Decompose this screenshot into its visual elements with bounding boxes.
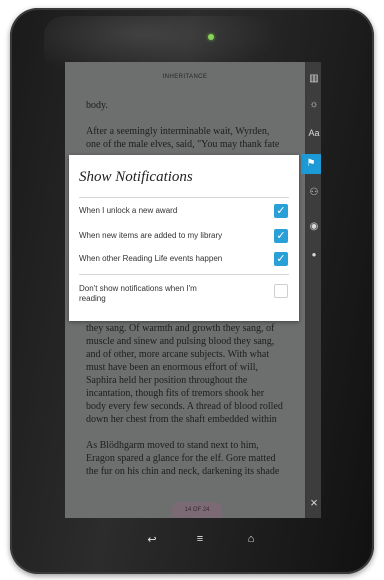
text-line: incantation, though fits of tremors shoo…: [86, 388, 265, 399]
page-indicator: 14 OF 24: [172, 502, 222, 518]
page-text-top: body. After a seemingly interminable wai…: [86, 99, 308, 151]
text-line: Saphira held her position throughout the: [86, 375, 248, 386]
library-icon[interactable]: ▥: [307, 72, 321, 86]
text-line: [86, 426, 308, 439]
text-line: After a seemingly interminable wait, Wyr…: [86, 126, 270, 137]
option-label-dont-show: Don't show notifications when I'm readin…: [79, 284, 197, 304]
text-line: and of other, more arcane subjects. With…: [86, 349, 270, 360]
friends-icon[interactable]: ⚇: [307, 186, 321, 200]
font-size-icon[interactable]: Aa: [307, 126, 321, 140]
checkbox-dont-show[interactable]: [274, 284, 288, 298]
notifications-dialog: Show Notifications When I unlock a new a…: [69, 155, 299, 321]
close-icon[interactable]: ×: [307, 496, 321, 510]
text-line: must have been an enormous effort of wil…: [86, 362, 258, 373]
text-line: they sang. Of warmth and growth they san…: [86, 323, 275, 334]
text-line: down her chest from the shaft embedded w…: [86, 414, 277, 425]
side-toolbar: ▥ ☼ Aa ⚑ ⚇ ◉ ● ×: [301, 62, 321, 518]
back-icon[interactable]: ↩: [142, 533, 162, 546]
checkbox-library[interactable]: ✓: [274, 229, 288, 243]
option-label-dont-show-line2: reading: [79, 294, 106, 303]
book-title: INHERITANCE: [162, 74, 208, 80]
text-line: body every few seconds. A thread of bloo…: [86, 401, 283, 412]
text-line: one of the male elves, said, "You may th…: [86, 139, 280, 150]
text-line: [86, 112, 308, 125]
text-line: body.: [86, 100, 108, 111]
dialog-title: Show Notifications: [79, 169, 193, 185]
camera-led: [208, 34, 214, 40]
home-icon[interactable]: ⌂: [241, 533, 261, 545]
option-label-library: When new items are added to my library: [79, 231, 223, 240]
option-label-events: When other Reading Life events happen: [79, 254, 223, 263]
divider: [79, 274, 289, 275]
text-line: As Blödhgarm moved to stand next to him,: [86, 440, 259, 451]
checkbox-events[interactable]: ✓: [274, 252, 288, 266]
option-label-dont-show-line1: Don't show notifications when I'm: [79, 284, 197, 293]
flag-icon[interactable]: ⚑: [301, 154, 321, 174]
profile-icon[interactable]: ●: [307, 248, 321, 262]
brightness-icon[interactable]: ☼: [307, 98, 321, 112]
page-text-bottom: they sang. Of warmth and growth they san…: [86, 322, 308, 478]
text-line: the fur on his chin and neck, darkening …: [86, 466, 280, 477]
checkbox-award[interactable]: ✓: [274, 204, 288, 218]
divider: [79, 197, 289, 198]
text-line: Eragon spared a glance for the elf. Gore…: [86, 453, 276, 464]
option-label-award: When I unlock a new award: [79, 206, 178, 215]
menu-icon[interactable]: ≡: [190, 533, 210, 545]
text-line: muscle and sinew and pulsing blood they …: [86, 336, 275, 347]
eye-icon[interactable]: ◉: [307, 220, 321, 234]
